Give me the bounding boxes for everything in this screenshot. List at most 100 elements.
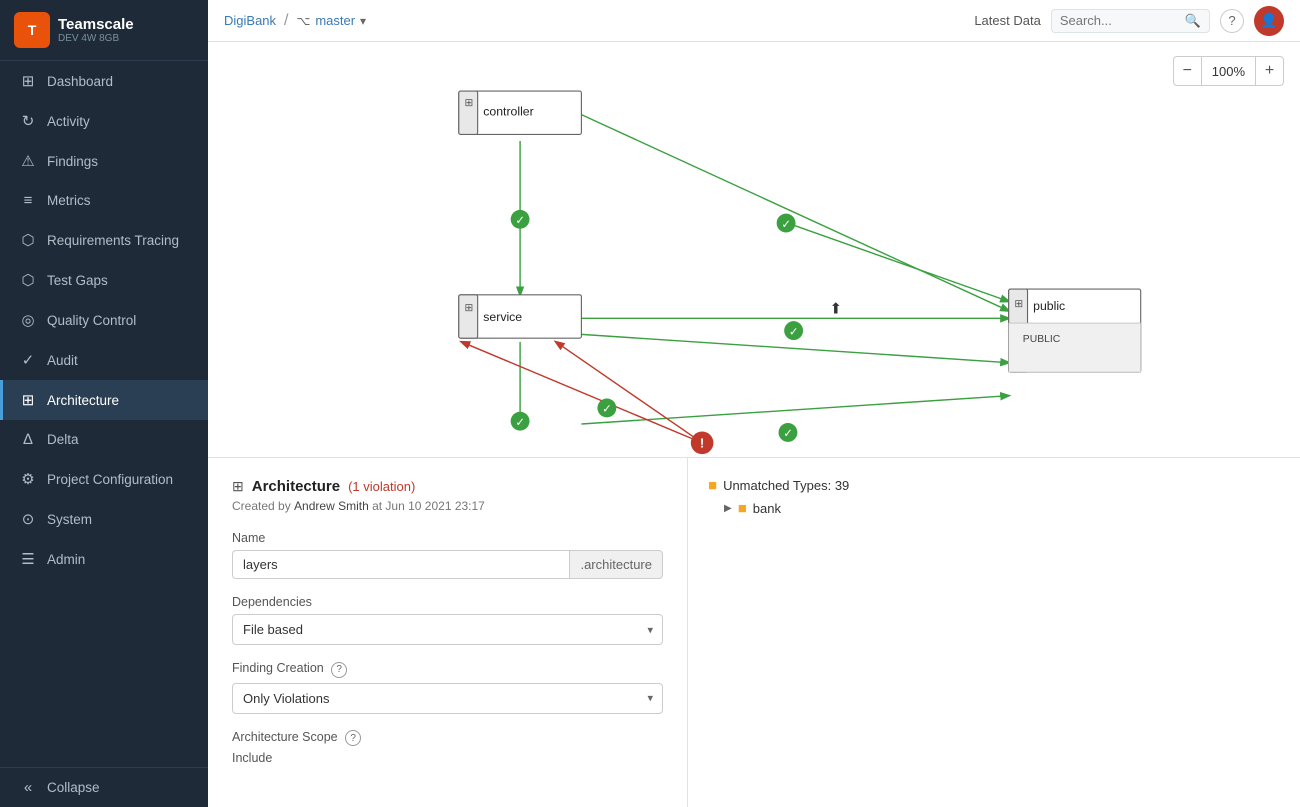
admin-label: Admin — [47, 552, 85, 567]
requirements-tracing-label: Requirements Tracing — [47, 233, 179, 248]
collapse-label: Collapse — [47, 780, 100, 795]
quality-control-label: Quality Control — [47, 313, 136, 328]
sidebar-item-test-gaps[interactable]: ⬡ Test Gaps — [0, 260, 208, 300]
topbar-right: Latest Data 🔍 ? 👤 — [974, 6, 1284, 36]
finding-creation-select[interactable]: Only Violations All None — [232, 683, 663, 714]
svg-text:controller: controller — [483, 105, 533, 119]
svg-text:PUBLIC: PUBLIC — [1023, 334, 1061, 345]
sidebar: T Teamscale DEV 4W 8GB ⊞Dashboard↻Activi… — [0, 0, 208, 807]
bank-expand-icon: ▶ — [724, 503, 732, 514]
topbar-branch[interactable]: ⌥ master ▾ — [296, 13, 366, 28]
main-content: DigiBank / ⌥ master ▾ Latest Data 🔍 ? 👤 … — [208, 0, 1300, 807]
metrics-icon: ≡ — [19, 192, 37, 209]
test-gaps-icon: ⬡ — [19, 271, 37, 289]
finding-creation-select-wrapper: Only Violations All None ▾ — [232, 683, 663, 714]
svg-text:✓: ✓ — [602, 404, 611, 416]
metrics-label: Metrics — [47, 193, 91, 208]
sidebar-item-quality-control[interactable]: ◎ Quality Control — [0, 300, 208, 340]
svg-text:✓: ✓ — [515, 215, 524, 227]
collapse-icon: « — [19, 779, 37, 796]
architecture-scope-form-group: Architecture Scope ? Include — [232, 730, 663, 766]
topbar: DigiBank / ⌥ master ▾ Latest Data 🔍 ? 👤 — [208, 0, 1300, 42]
zoom-value: 100% — [1202, 64, 1255, 79]
dependencies-form-group: Dependencies File based Type based ▾ — [232, 595, 663, 645]
search-input[interactable] — [1060, 13, 1180, 28]
name-row: .architecture — [232, 550, 663, 579]
unmatched-types-item[interactable]: ■ Unmatched Types: 39 — [708, 474, 1280, 497]
sidebar-item-audit[interactable]: ✓ Audit — [0, 340, 208, 380]
sidebar-logo: T — [14, 12, 50, 48]
system-icon: ⊙ — [19, 510, 37, 528]
sidebar-item-activity[interactable]: ↻Activity — [0, 101, 208, 141]
project-configuration-icon: ⚙ — [19, 470, 37, 488]
zoom-out-button[interactable]: − — [1174, 57, 1202, 85]
violation-badge: (1 violation) — [348, 479, 415, 494]
zoom-controls: − 100% + — [1173, 56, 1284, 86]
finding-creation-help-icon[interactable]: ? — [331, 662, 347, 678]
sidebar-item-project-configuration[interactable]: ⚙ Project Configuration — [0, 459, 208, 499]
sidebar-item-architecture[interactable]: ⊞Architecture — [0, 380, 208, 420]
topbar-latest-data: Latest Data — [974, 13, 1041, 28]
findings-icon: ⚠ — [19, 152, 37, 170]
dependencies-select[interactable]: File based Type based — [232, 614, 663, 645]
audit-label: Audit — [47, 353, 78, 368]
name-form-group: Name .architecture — [232, 531, 663, 579]
help-icon[interactable]: ? — [1220, 9, 1244, 33]
sidebar-item-requirements-tracing[interactable]: ⬡ Requirements Tracing — [0, 220, 208, 260]
svg-text:✓: ✓ — [781, 219, 790, 231]
name-label: Name — [232, 531, 663, 545]
sidebar-item-delta[interactable]: ∆ Delta — [0, 420, 208, 459]
unmatched-label: Unmatched Types: 39 — [723, 478, 849, 493]
architecture-icon: ⊞ — [19, 391, 37, 409]
architecture-scope-help-icon[interactable]: ? — [345, 730, 361, 746]
search-icon: 🔍 — [1185, 13, 1201, 29]
sidebar-bottom: « Collapse — [0, 767, 208, 807]
svg-text:✓: ✓ — [783, 428, 792, 440]
svg-text:⊞: ⊞ — [1014, 299, 1023, 310]
name-input[interactable] — [232, 550, 569, 579]
user-avatar[interactable]: 👤 — [1254, 6, 1284, 36]
svg-text:⊞: ⊞ — [464, 303, 473, 314]
project-configuration-label: Project Configuration — [47, 472, 173, 487]
architecture-title-row: ⊞ Architecture (1 violation) — [232, 478, 663, 495]
branch-dropdown-icon[interactable]: ▾ — [360, 14, 366, 28]
sidebar-item-system[interactable]: ⊙ System — [0, 499, 208, 539]
audit-icon: ✓ — [19, 351, 37, 369]
svg-text:✓: ✓ — [789, 326, 798, 338]
svg-text:service: service — [483, 310, 522, 324]
svg-text:public: public — [1033, 299, 1065, 313]
sidebar-nav: ⊞Dashboard↻Activity⚠Findings≡Metrics⬡Req… — [0, 61, 208, 579]
dashboard-label: Dashboard — [47, 74, 113, 89]
architecture-meta-author: Andrew Smith — [294, 499, 369, 513]
name-suffix: .architecture — [569, 550, 663, 579]
svg-text:!: ! — [700, 436, 704, 451]
sidebar-collapse[interactable]: « Collapse — [0, 768, 208, 807]
svg-text:⬆: ⬆ — [829, 301, 842, 318]
requirements-tracing-icon: ⬡ — [19, 231, 37, 249]
sidebar-item-metrics[interactable]: ≡ Metrics — [0, 181, 208, 220]
dependencies-select-wrapper: File based Type based ▾ — [232, 614, 663, 645]
right-tree-panel: ■ Unmatched Types: 39 ▶ ■ bank — [688, 458, 1300, 807]
sidebar-item-dashboard[interactable]: ⊞Dashboard — [0, 61, 208, 101]
sidebar-header: T Teamscale DEV 4W 8GB — [0, 0, 208, 61]
architecture-meta: Created by Andrew Smith at Jun 10 2021 2… — [232, 499, 663, 513]
finding-creation-form-group: Finding Creation ? Only Violations All N… — [232, 661, 663, 714]
svg-text:⊞: ⊞ — [464, 98, 473, 109]
bottom-panel: ⊞ Architecture (1 violation) Created by … — [208, 457, 1300, 807]
delta-icon: ∆ — [19, 431, 37, 448]
quality-control-icon: ◎ — [19, 311, 37, 329]
logo-text: T — [28, 22, 37, 38]
sidebar-item-findings[interactable]: ⚠ Findings — [0, 141, 208, 181]
bank-tree-item[interactable]: ▶ ■ bank — [708, 497, 1280, 520]
sidebar-item-admin[interactable]: ☰Admin — [0, 539, 208, 579]
zoom-in-button[interactable]: + — [1255, 57, 1283, 85]
architecture-form: ⊞ Architecture (1 violation) Created by … — [208, 458, 688, 807]
diagram-area: − 100% + ✓ ✓ — [208, 42, 1300, 457]
delta-label: Delta — [47, 432, 79, 447]
test-gaps-label: Test Gaps — [47, 273, 108, 288]
system-label: System — [47, 512, 92, 527]
bank-folder-icon: ■ — [738, 500, 747, 517]
findings-label: Findings — [47, 154, 98, 169]
topbar-project[interactable]: DigiBank — [224, 13, 276, 28]
branch-label: master — [315, 13, 355, 28]
